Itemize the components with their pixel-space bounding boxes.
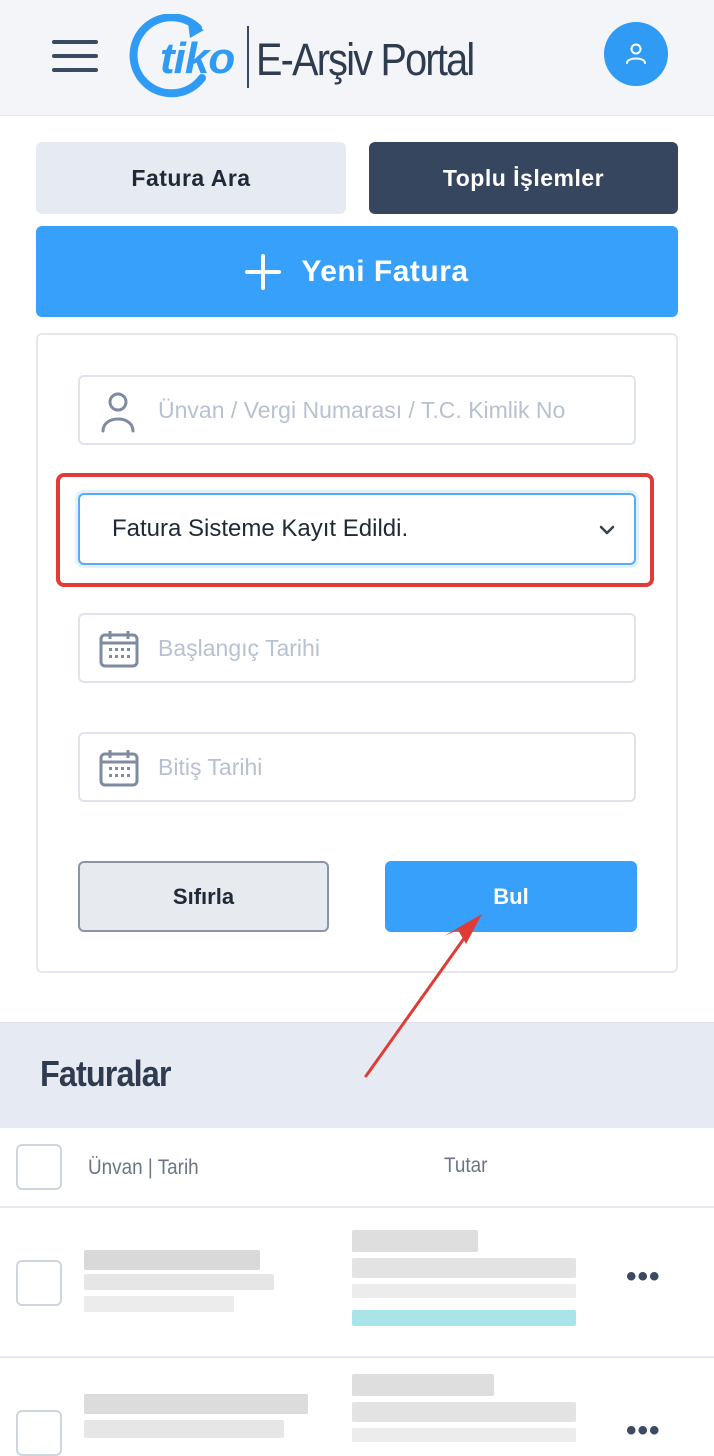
calendar-icon xyxy=(99,631,139,668)
row-checkbox[interactable] xyxy=(16,1410,62,1456)
calendar-icon xyxy=(99,750,139,787)
select-all-checkbox[interactable] xyxy=(16,1144,62,1190)
tab-bulk-operations[interactable]: Toplu İşlemler xyxy=(369,142,678,214)
chevron-down-icon xyxy=(599,525,615,535)
user-profile-button[interactable] xyxy=(604,22,668,86)
person-icon xyxy=(101,392,135,433)
end-date-input[interactable] xyxy=(158,734,618,800)
redacted-amount xyxy=(352,1374,494,1396)
status-badge xyxy=(352,1310,576,1326)
start-date-input[interactable] xyxy=(158,615,618,681)
end-date-field[interactable] xyxy=(78,732,636,802)
redacted-date xyxy=(84,1296,234,1312)
redacted-amount xyxy=(352,1258,576,1278)
more-dots-icon[interactable]: ••• xyxy=(626,1260,661,1294)
search-field[interactable] xyxy=(78,375,636,445)
new-invoice-label: Yeni Fatura xyxy=(301,254,469,288)
table-header-row: Ünvan | Tarih Tutar xyxy=(0,1128,714,1208)
redacted-amount xyxy=(352,1428,576,1442)
logo-divider xyxy=(247,26,249,88)
column-amount: Tutar xyxy=(444,1154,488,1177)
find-button[interactable]: Bul xyxy=(385,861,637,932)
table-row[interactable]: ••• xyxy=(0,1360,714,1456)
redacted-amount xyxy=(352,1402,576,1422)
start-date-field[interactable] xyxy=(78,613,636,683)
redacted-title xyxy=(84,1274,274,1290)
status-select[interactable]: Fatura Sisteme Kayıt Edildi. xyxy=(78,493,636,565)
plus-icon xyxy=(245,253,282,290)
logo-product-name: E-Arşiv Portal xyxy=(256,34,475,85)
search-input[interactable] xyxy=(158,377,618,443)
row-checkbox[interactable] xyxy=(16,1260,62,1306)
logo[interactable]: tiko E-Arşiv Portal xyxy=(124,12,484,100)
redacted-title xyxy=(84,1394,308,1414)
redacted-amount xyxy=(352,1284,576,1298)
more-dots-icon[interactable]: ••• xyxy=(626,1414,661,1448)
redacted-title xyxy=(84,1250,260,1270)
column-title-date: Ünvan | Tarih xyxy=(88,1156,199,1179)
hamburger-menu-icon[interactable] xyxy=(52,38,98,74)
user-icon xyxy=(626,43,646,64)
redacted-title xyxy=(84,1420,284,1438)
redacted-amount xyxy=(352,1230,478,1252)
top-bar: tiko E-Arşiv Portal xyxy=(0,0,714,116)
invoices-header: Faturalar xyxy=(0,1022,714,1128)
reset-button[interactable]: Sıfırla xyxy=(78,861,329,932)
table-row[interactable]: ••• xyxy=(0,1210,714,1358)
new-invoice-button[interactable]: Yeni Fatura xyxy=(36,226,678,317)
logo-brand: tiko xyxy=(160,34,235,83)
invoices-title: Faturalar xyxy=(40,1053,171,1094)
status-select-value: Fatura Sisteme Kayıt Edildi. xyxy=(112,515,409,542)
tab-search-invoice[interactable]: Fatura Ara xyxy=(36,142,346,214)
